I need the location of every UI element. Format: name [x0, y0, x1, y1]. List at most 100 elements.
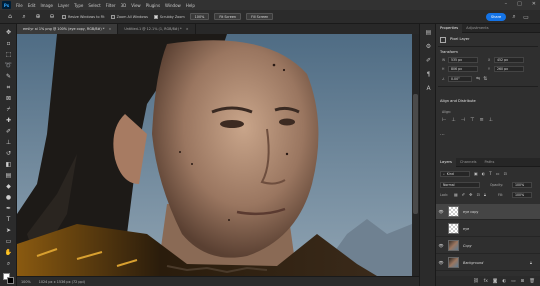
link-layers-icon[interactable]: ⛓︎ [473, 279, 479, 284]
angle-input[interactable]: 0.00° [448, 76, 472, 82]
eraser-tool-icon[interactable]: ◧ [3, 160, 14, 169]
crop-tool-icon[interactable]: ⌗ [3, 83, 14, 92]
eyedropper-tool-icon[interactable]: ⌿ [3, 105, 14, 114]
align-left-icon[interactable]: ⊢ [442, 117, 446, 123]
checkbox-box[interactable] [153, 14, 158, 19]
tab-document-2[interactable]: Untitled-1 @ 12.1% (1, RGB/8#) * × [118, 24, 196, 34]
transform-heading[interactable]: Transform [440, 50, 458, 54]
filter-type-icon[interactable]: T [489, 171, 491, 176]
artboard-tool-icon[interactable]: ▫ [3, 39, 14, 48]
resize-windows-checkbox[interactable]: Resize Windows to Fit [62, 14, 105, 19]
lock-transparency-icon[interactable]: ▦ [454, 192, 458, 197]
workspace-icon[interactable]: ▭ [522, 13, 530, 21]
close-tab-icon[interactable]: × [108, 27, 111, 31]
scrubby-zoom-checkbox[interactable]: Scrubby Zoom [153, 14, 185, 19]
new-layer-icon[interactable]: ⊞ [521, 279, 525, 284]
filter-smart-icon[interactable]: ⊡ [504, 171, 507, 176]
history-icon[interactable]: ▤ [424, 28, 433, 37]
home-icon[interactable]: ⌂ [6, 13, 14, 21]
lock-position-icon[interactable]: ✥ [469, 192, 472, 197]
frame-tool-icon[interactable]: ⊠ [3, 94, 14, 103]
gradient-tool-icon[interactable]: ▤ [3, 171, 14, 180]
minimize-icon[interactable]: – [505, 1, 508, 7]
tab-properties[interactable]: Properties [436, 23, 463, 33]
layer-row[interactable]: 👁︎ eye copy [436, 204, 540, 220]
filter-pixel-icon[interactable]: ▣ [474, 171, 478, 176]
flip-horizontal-icon[interactable]: ⇋ [476, 76, 480, 82]
share-button[interactable]: Share [486, 13, 506, 21]
marquee-tool-icon[interactable]: ⬚ [3, 50, 14, 59]
menu-3d[interactable]: 3D [121, 3, 127, 8]
quick-select-tool-icon[interactable]: ✎ [3, 72, 14, 81]
zoom-all-windows-checkbox[interactable]: Zoom All Windows [110, 14, 148, 19]
menu-view[interactable]: View [131, 3, 141, 8]
blur-tool-icon[interactable]: ◆ [3, 182, 14, 191]
layer-row[interactable]: eye [436, 221, 540, 237]
layer-row[interactable]: 👁︎ Copy [436, 238, 540, 254]
layer-style-icon[interactable]: fx [484, 279, 488, 284]
menu-filter[interactable]: Filter [106, 3, 116, 8]
more-options-icon[interactable]: ··· [440, 132, 445, 138]
align-heading[interactable]: Align and Distribute [440, 99, 476, 103]
zoom-tool-icon[interactable]: ⌕ [20, 13, 28, 21]
layer-filter-select[interactable]: ⌕ Kind [440, 171, 470, 177]
align-top-icon[interactable]: ⊤ [470, 117, 474, 123]
character-icon[interactable]: A [424, 84, 433, 93]
layer-name[interactable]: eye [463, 227, 469, 231]
align-bottom-icon[interactable]: ⊥ [489, 117, 493, 123]
zoom-tool-icon[interactable]: ⌕ [3, 259, 14, 268]
adjustment-layer-icon[interactable]: ◐ [502, 279, 506, 284]
layer-name[interactable]: Copy [463, 244, 472, 248]
tab-adjustments[interactable]: Adjustments [462, 24, 493, 33]
path-select-tool-icon[interactable]: ➤ [3, 226, 14, 235]
paragraph-icon[interactable]: ¶ [424, 70, 433, 79]
y-input[interactable]: 260 px [494, 66, 524, 72]
zoom-in-icon[interactable]: ⊕ [34, 13, 42, 21]
delete-layer-icon[interactable]: 🗑︎ [529, 279, 535, 284]
move-tool-icon[interactable]: ✥ [3, 28, 14, 37]
menu-plugins[interactable]: Plugins [146, 3, 160, 8]
tab-layers[interactable]: Layers [436, 157, 456, 167]
lasso-tool-icon[interactable]: ➰ [3, 61, 14, 70]
blend-mode-select[interactable]: Normal [440, 182, 480, 188]
menu-type[interactable]: Type [74, 3, 83, 8]
height-input[interactable]: 806 px [448, 66, 478, 72]
menu-window[interactable]: Window [165, 3, 181, 8]
layer-name[interactable]: eye copy [463, 210, 478, 214]
eye-icon[interactable]: 👁︎ [436, 260, 446, 265]
layer-name[interactable]: Background [463, 261, 483, 265]
background-color-swatch[interactable] [7, 277, 14, 284]
vertical-scrollbar[interactable] [412, 34, 419, 276]
tab-document-1[interactable]: emilyr ai 1% png @ 100% (eye copy, RGB/8… [17, 24, 119, 34]
fill-input[interactable]: 100% [512, 192, 532, 198]
fill-screen-button[interactable]: Fill Screen [246, 13, 274, 20]
clone-stamp-tool-icon[interactable]: ⊥ [3, 138, 14, 147]
lock-artboard-icon[interactable]: ⊡ [477, 192, 480, 197]
type-tool-icon[interactable]: T [3, 215, 14, 224]
tab-channels[interactable]: Channels [456, 158, 481, 167]
rectangle-tool-icon[interactable]: ▭ [3, 237, 14, 246]
fit-screen-button[interactable]: Fit Screen [214, 13, 242, 20]
filter-shape-icon[interactable]: ▭ [496, 171, 500, 176]
menu-edit[interactable]: Edit [28, 3, 36, 8]
flip-vertical-icon[interactable]: ⇅ [483, 76, 487, 82]
tab-paths[interactable]: Paths [481, 158, 499, 167]
close-tab-icon[interactable]: × [186, 27, 189, 31]
new-group-icon[interactable]: ▭ [511, 279, 515, 284]
checkbox-box[interactable] [110, 14, 115, 19]
menu-layer[interactable]: Layer [58, 3, 69, 8]
add-mask-icon[interactable]: ◙ [493, 279, 497, 284]
zoom-100-button[interactable]: 100% [189, 13, 210, 20]
menu-select[interactable]: Select [88, 3, 100, 8]
dodge-tool-icon[interactable]: ● [3, 193, 14, 202]
brush-tool-icon[interactable]: ✐ [3, 127, 14, 136]
checkbox-box[interactable] [62, 14, 66, 19]
healing-brush-tool-icon[interactable]: ✚ [3, 116, 14, 125]
pen-tool-icon[interactable]: ✒ [3, 204, 14, 213]
menu-help[interactable]: Help [186, 3, 195, 8]
search-icon[interactable]: ⌕ [510, 13, 518, 21]
filter-adjustment-icon[interactable]: ◐ [482, 171, 486, 176]
lock-pixels-icon[interactable]: ✐ [462, 192, 465, 197]
properties-icon[interactable]: ⚙ [424, 42, 433, 51]
eye-icon[interactable]: 👁︎ [436, 209, 446, 214]
